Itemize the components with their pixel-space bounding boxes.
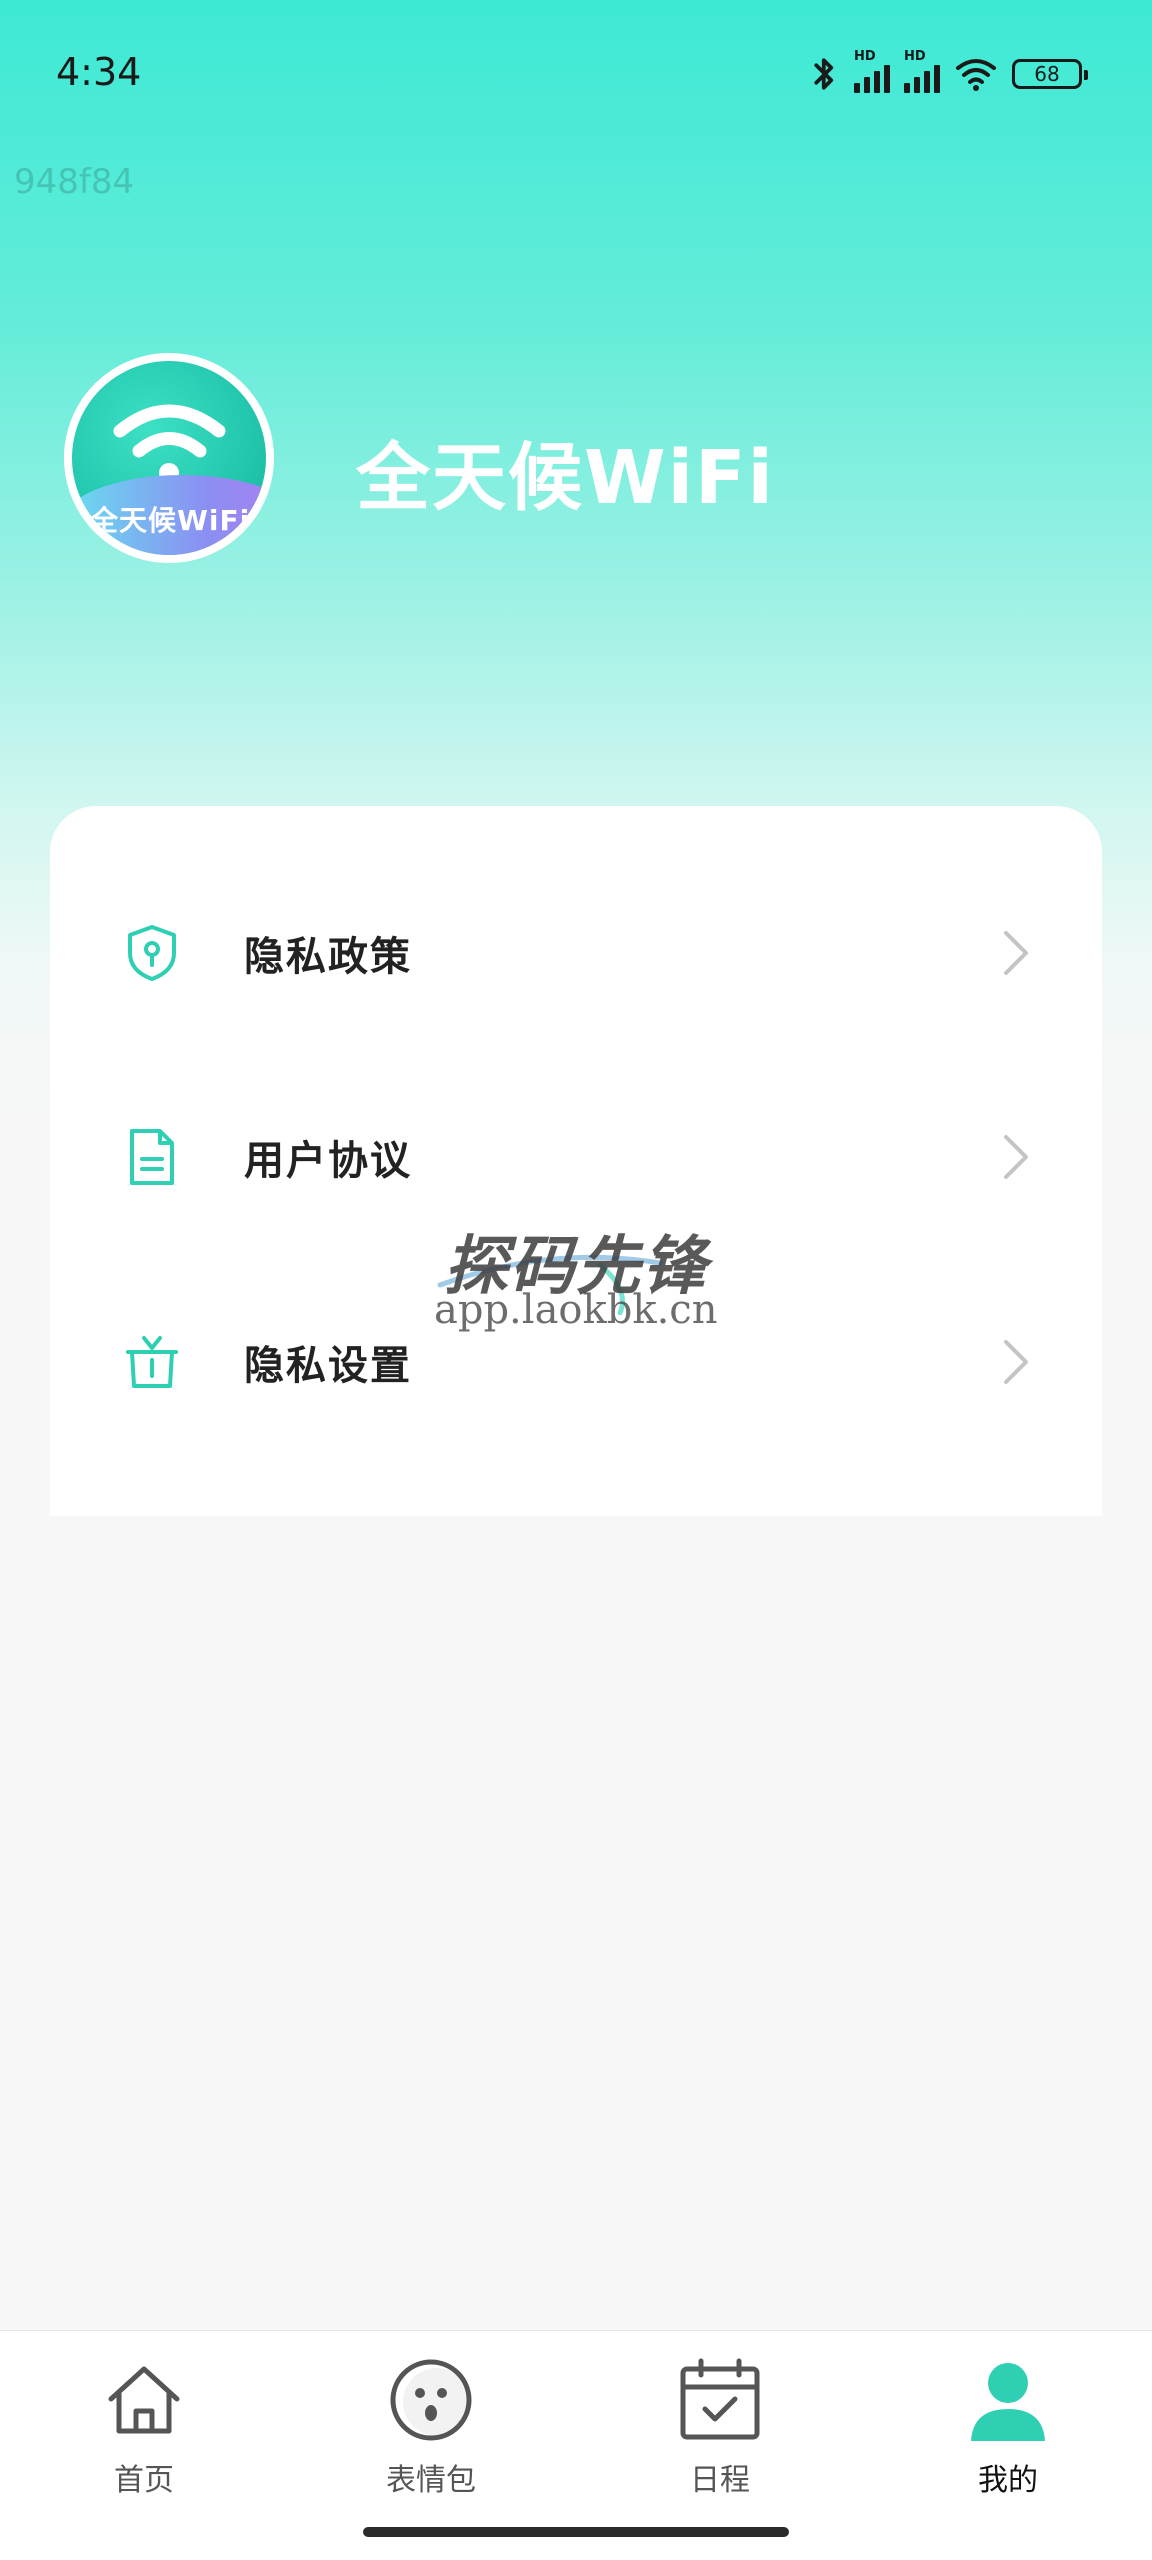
build-id-label: 948f84 (14, 162, 135, 202)
menu-item-label: 用户协议 (244, 1138, 412, 1184)
cell-signal-2-icon: HD (904, 49, 940, 93)
chevron-right-icon (1004, 931, 1028, 975)
watermark: 探码先锋 app.laokbk.cn (430, 1215, 750, 1335)
app-logo: 全天候WiFi (64, 353, 274, 563)
watermark-url: app.laokbk.cn (434, 1287, 718, 1333)
menu-item-user-agreement[interactable]: 用户协议 (50, 1087, 1102, 1227)
bottom-navigation: 首页 表情包 日程 我的 (0, 2330, 1152, 2560)
profile-page: 4:34 HD HD 68 948f84 全天候WiFi 全天候WiFi 隐私政… (0, 0, 1152, 2560)
user-icon (971, 2363, 1045, 2441)
nav-item-home[interactable]: 首页 (44, 2355, 244, 2505)
menu-item-label: 隐私设置 (244, 1343, 412, 1389)
nav-label: 表情包 (386, 2463, 476, 2498)
logo-text: 全天候WiFi (90, 504, 251, 537)
bluetooth-icon (814, 58, 834, 90)
battery-indicator: 68 (1012, 59, 1088, 89)
menu-item-label: 隐私政策 (244, 934, 412, 980)
chevron-right-icon (1004, 1340, 1028, 1384)
hd-label: HD (904, 49, 926, 64)
calendar-icon (680, 2358, 760, 2440)
nav-item-emoji[interactable]: 表情包 (331, 2355, 531, 2505)
settings-menu-card: 隐私政策 用户协议 隐私设置 (50, 806, 1102, 1516)
emoji-face-icon (390, 2359, 472, 2441)
nav-label: 首页 (114, 2463, 174, 2498)
document-icon (130, 1129, 174, 1185)
wifi-status-icon (956, 59, 996, 91)
shield-icon (128, 925, 176, 981)
home-indicator[interactable] (363, 2527, 789, 2537)
status-bar: 4:34 HD HD 68 (0, 0, 1152, 150)
gift-icon (126, 1336, 178, 1388)
app-name: 全天候WiFi (356, 435, 775, 521)
menu-item-privacy-policy[interactable]: 隐私政策 (50, 883, 1102, 1023)
nav-label: 日程 (690, 2463, 750, 2498)
app-logo-image: 全天候WiFi (72, 361, 266, 555)
nav-label: 我的 (978, 2463, 1038, 2498)
nav-item-schedule[interactable]: 日程 (620, 2355, 820, 2505)
status-time: 4:34 (56, 50, 142, 94)
home-icon (108, 2366, 180, 2434)
cell-signal-1-icon: HD (854, 49, 890, 93)
hd-label: HD (854, 49, 876, 64)
nav-item-mine[interactable]: 我的 (908, 2355, 1108, 2505)
chevron-right-icon (1004, 1135, 1028, 1179)
status-icons: HD HD 68 (810, 49, 1088, 96)
